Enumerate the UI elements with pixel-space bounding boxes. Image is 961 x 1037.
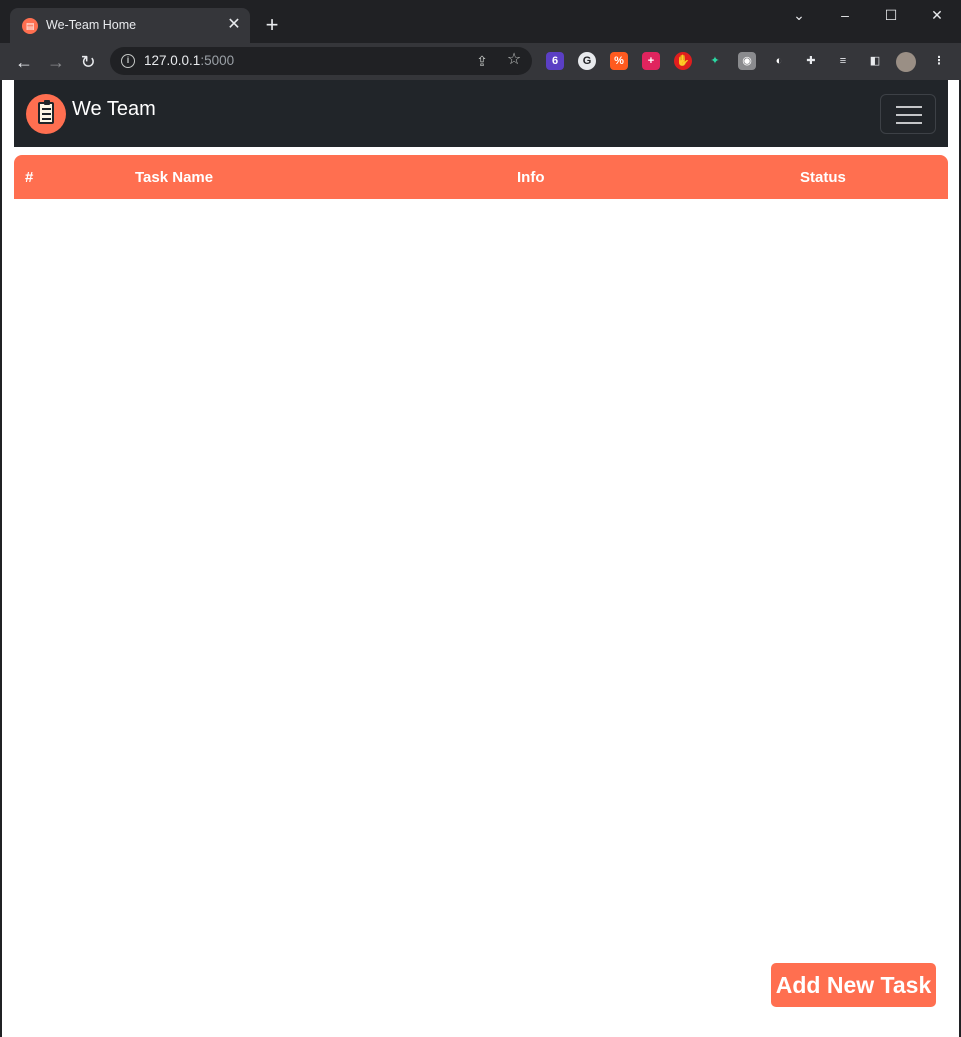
extensions-puzzle-icon[interactable]: ✚ [802,52,820,70]
url-text[interactable]: 127.0.0.1:5000 [144,53,234,68]
minimize-button[interactable]: – [831,4,859,26]
extension-adblock-icon[interactable]: ✋ [674,52,692,70]
new-tab-button[interactable]: + [260,14,284,38]
tab-close-button[interactable]: ✕ [224,15,244,35]
hamburger-menu-button[interactable] [880,94,936,134]
column-header-task-name: Task Name [135,169,214,186]
extension-plus-icon[interactable]: + [642,52,660,70]
tab-title: We-Team Home [46,18,137,32]
extension-translate-icon[interactable]: % [610,52,628,70]
browser-menu-icon[interactable]: ⋮ [930,52,948,70]
address-bar[interactable]: i 127.0.0.1:5000 ⇪ ☆ [110,47,532,75]
site-info-icon[interactable]: i [121,54,135,68]
side-panel-icon[interactable]: ◧ [866,52,884,70]
media-control-icon[interactable]: ≡ [834,52,852,70]
column-header-status: Status [800,169,846,186]
brand-name[interactable]: We Team [72,98,156,121]
favicon-icon: ▤ [22,18,38,34]
extension-eye-icon[interactable]: ◐ [770,52,788,70]
reload-button[interactable]: ↻ [75,49,101,75]
browser-toolbar: ← → ↻ i 127.0.0.1:5000 ⇪ ☆ 6 G % + ✋ ✦ ◉… [0,43,961,80]
close-window-button[interactable]: ✕ [923,4,951,26]
extension-camera-icon[interactable]: ◉ [738,52,756,70]
site-navbar: We Team [14,80,948,147]
profile-avatar[interactable] [896,52,916,72]
bookmark-star-icon[interactable]: ☆ [504,50,524,70]
extension-grammar-icon[interactable]: G [578,52,596,70]
extension-badge-icon[interactable]: 6 [546,52,564,70]
browser-tab[interactable]: ▤ We-Team Home ✕ [10,8,250,43]
extension-bird-icon[interactable]: ✦ [706,52,724,70]
column-header-info: Info [517,169,545,186]
add-new-task-button[interactable]: Add New Task [771,963,936,1007]
tab-search-button[interactable]: ⌄ [785,4,813,26]
browser-tabstrip: ▤ We-Team Home ✕ + ⌄ – ☐ ✕ [0,0,961,43]
page-viewport: We Team # Task Name Info Status Add New … [2,80,959,1037]
back-button[interactable]: ← [11,49,37,75]
task-table-header: # Task Name Info Status [14,155,948,199]
forward-button[interactable]: → [43,49,69,75]
clipboard-icon[interactable] [26,94,66,134]
share-icon[interactable]: ⇪ [472,51,492,71]
maximize-button[interactable]: ☐ [877,4,905,26]
column-header-number: # [25,169,34,186]
